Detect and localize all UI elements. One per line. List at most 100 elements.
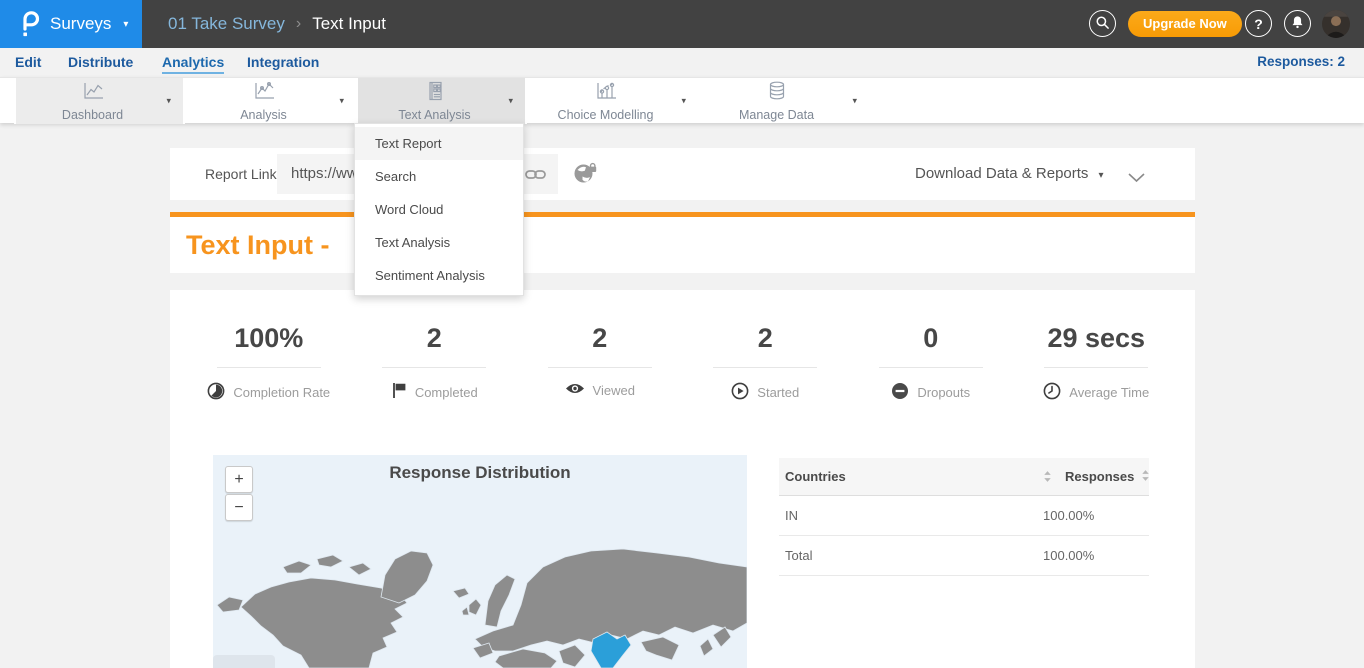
completion-rate-icon	[207, 382, 225, 403]
responses-cell: 100.00%	[1043, 548, 1149, 563]
collapse-chevron-icon[interactable]	[1128, 170, 1145, 188]
stat-label: Dropouts	[917, 385, 970, 400]
search-icon	[1095, 15, 1110, 33]
menu-item-word-cloud[interactable]: Word Cloud	[355, 193, 523, 226]
stat-label: Started	[757, 385, 799, 400]
user-avatar[interactable]	[1322, 10, 1350, 38]
globe-lock-icon[interactable]	[573, 162, 597, 189]
divider	[548, 367, 652, 368]
stat-value: 2	[683, 323, 849, 354]
text-analysis-dropdown: Text Report Search Word Cloud Text Analy…	[354, 123, 524, 296]
notifications-button[interactable]	[1284, 10, 1311, 37]
sort-icon	[1141, 469, 1150, 485]
divider	[1044, 367, 1148, 368]
bell-icon	[1291, 15, 1304, 32]
database-icon	[765, 81, 789, 106]
menu-item-text-report[interactable]: Text Report	[355, 127, 523, 160]
stat-value: 2	[517, 323, 683, 354]
stat-value: 2	[352, 323, 518, 354]
column-header-responses[interactable]: Responses	[1065, 469, 1149, 485]
tab-label: Analysis	[240, 108, 287, 122]
search-button[interactable]	[1089, 10, 1116, 37]
nav-item-distribute[interactable]: Distribute	[68, 50, 133, 74]
question-mark-icon: ?	[1254, 16, 1263, 32]
breadcrumb-survey-link[interactable]: 01 Take Survey	[168, 14, 285, 34]
stat-viewed: 2 Viewed	[517, 323, 683, 403]
chevron-down-icon[interactable]: ▾	[166, 96, 171, 107]
help-button[interactable]: ?	[1245, 10, 1272, 37]
responses-cell: 100.00%	[1043, 508, 1149, 523]
map-country-india	[591, 632, 631, 668]
tab-label: Manage Data	[739, 108, 814, 122]
analysis-chart-icon	[252, 81, 276, 106]
table-row: Total 100.00%	[779, 536, 1149, 576]
stat-dropouts: 0 Dropouts	[848, 323, 1014, 403]
survey-nav: Edit Distribute Analytics Integration Re…	[0, 48, 1364, 77]
top-bar: Surveys ▾ 01 Take Survey › Text Input Up…	[0, 0, 1364, 48]
stat-completion-rate: 100% Completion Rate	[186, 323, 352, 403]
brand-label: Surveys	[50, 14, 111, 34]
tab-dashboard[interactable]: Dashboard ▾	[14, 78, 185, 124]
divider	[382, 367, 486, 368]
question-title-card: Text Input -	[170, 217, 1195, 273]
flag-icon	[391, 382, 407, 402]
menu-item-text-analysis[interactable]: Text Analysis	[355, 226, 523, 259]
stat-value: 100%	[186, 323, 352, 354]
chevron-down-icon: ▾	[1098, 170, 1103, 181]
country-cell: IN	[779, 508, 1043, 523]
chevron-down-icon[interactable]: ▾	[681, 96, 686, 107]
page-title: Text Input -	[186, 217, 329, 273]
analytics-summary-card: 100% Completion Rate 2 Completed	[170, 290, 1195, 668]
text-report-icon	[423, 81, 447, 106]
nav-item-edit[interactable]: Edit	[15, 50, 41, 74]
tab-label: Dashboard	[62, 108, 123, 122]
divider	[879, 367, 983, 368]
chevron-down-icon: ▾	[123, 19, 128, 30]
response-distribution-map[interactable]: Response Distribution + −	[213, 455, 747, 668]
zoom-in-button[interactable]: +	[225, 466, 253, 493]
column-header-countries[interactable]: Countries	[779, 469, 1043, 484]
questionpro-logo-icon	[18, 10, 40, 38]
breadcrumb-separator: ›	[296, 15, 301, 33]
stats-row: 100% Completion Rate 2 Completed	[186, 323, 1179, 403]
zoom-out-button[interactable]: −	[225, 494, 253, 521]
tab-label: Choice Modelling	[558, 108, 654, 122]
menu-item-sentiment-analysis[interactable]: Sentiment Analysis	[355, 259, 523, 292]
tab-manage-data[interactable]: Manage Data ▾	[698, 78, 869, 124]
sort-icon[interactable]	[1043, 470, 1065, 483]
clock-icon	[1043, 382, 1061, 403]
download-data-reports-menu[interactable]: Download Data & Reports ▾	[915, 148, 1103, 202]
nav-item-analytics[interactable]: Analytics	[162, 50, 224, 74]
map-watermark	[213, 655, 275, 668]
choice-modelling-icon	[594, 81, 618, 106]
report-link-bar: Report Link https://ww Download Data & R…	[170, 148, 1195, 200]
table-header-row: Countries Responses	[779, 458, 1149, 496]
dashboard-chart-icon	[81, 81, 105, 106]
chevron-down-icon[interactable]: ▾	[508, 96, 513, 107]
country-cell: Total	[779, 548, 1043, 563]
tab-analysis[interactable]: Analysis ▾	[185, 78, 356, 124]
menu-item-search[interactable]: Search	[355, 160, 523, 193]
map-title: Response Distribution	[213, 463, 747, 483]
nav-item-integration[interactable]: Integration	[247, 50, 319, 74]
stat-value: 29 secs	[1014, 323, 1180, 354]
play-circle-icon	[731, 382, 749, 403]
stat-label: Viewed	[593, 383, 635, 398]
chevron-down-icon[interactable]: ▾	[339, 96, 344, 107]
analytics-tab-bar: Dashboard ▾ Analysis ▾ Text Analysis ▾	[0, 77, 1364, 123]
upgrade-now-button[interactable]: Upgrade Now	[1128, 11, 1242, 37]
divider	[713, 367, 817, 368]
brand-menu[interactable]: Surveys ▾	[0, 0, 142, 48]
breadcrumb: 01 Take Survey › Text Input	[168, 0, 386, 48]
stat-label: Average Time	[1069, 385, 1149, 400]
tab-choice-modelling[interactable]: Choice Modelling ▾	[527, 78, 698, 124]
download-label: Download Data & Reports	[915, 165, 1088, 182]
responses-header-label: Responses	[1065, 469, 1134, 484]
tab-text-analysis[interactable]: Text Analysis ▾	[356, 78, 527, 124]
stat-label: Completed	[415, 385, 478, 400]
map-zoom-controls: + −	[225, 466, 253, 521]
chevron-down-icon[interactable]: ▾	[852, 96, 857, 107]
report-link-label: Report Link	[205, 148, 277, 200]
stat-completed: 2 Completed	[352, 323, 518, 403]
copy-link-icon[interactable]	[525, 168, 546, 186]
